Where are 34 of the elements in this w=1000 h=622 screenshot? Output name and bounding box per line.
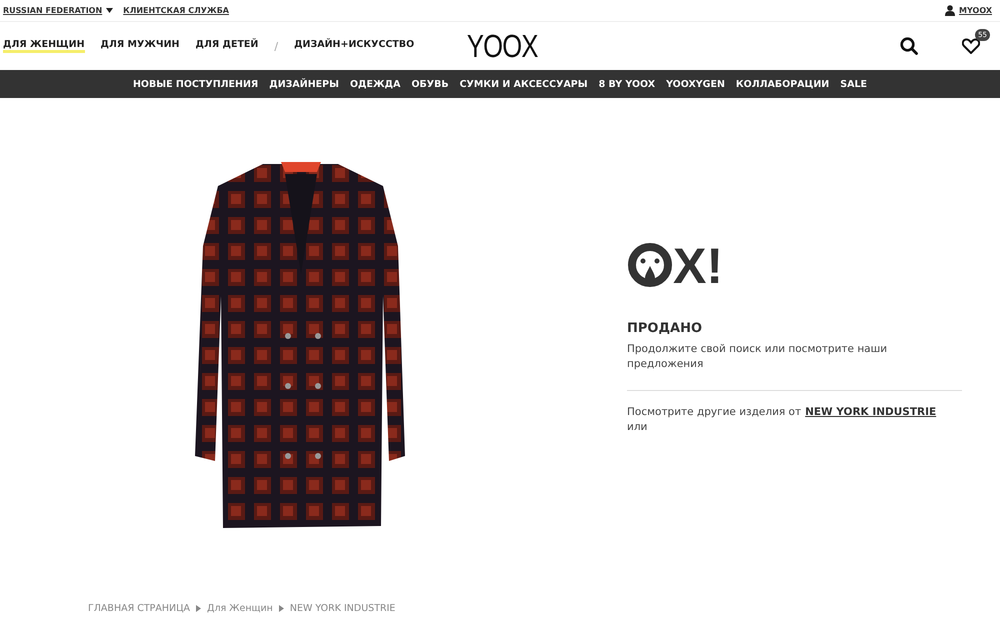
user-icon: [945, 5, 956, 16]
sad-face-icon: [627, 242, 673, 290]
menu-link[interactable]: КОЛЛАБОРАЦИИ: [736, 78, 830, 90]
more-items-text: Посмотрите другие изделия от: [627, 406, 802, 418]
section-link[interactable]: ДИЗАЙН+ИСКУССТВО: [294, 39, 414, 53]
menu-link[interactable]: ОБУВЬ: [411, 78, 449, 90]
country-selector[interactable]: RUSSIAN FEDERATION: [3, 6, 114, 15]
menu-link[interactable]: YOOXYGEN: [666, 78, 725, 90]
menu-link[interactable]: ОДЕЖДА: [350, 78, 400, 90]
customer-service-link[interactable]: КЛИЕНТСКАЯ СЛУЖБА: [123, 6, 229, 15]
menu-link[interactable]: 8 BY YOOX: [598, 78, 656, 90]
section-link[interactable]: ДЛЯ ДЕТЕЙ: [196, 39, 258, 53]
breadcrumb-link[interactable]: NEW YORK INDUSTRIE: [290, 602, 396, 614]
menu-link[interactable]: НОВЫЕ ПОСТУПЛЕНИЯ: [132, 78, 258, 90]
sold-out-message: Продолжите свой поиск или посмотрите наши предложения: [627, 342, 888, 372]
chevron-icon: [278, 604, 284, 612]
menu-link[interactable]: СУМКИ И АКСЕССУАРЫ: [460, 78, 588, 90]
account-link[interactable]: MYOOX: [945, 5, 992, 16]
menu-link[interactable]: SALE: [840, 78, 867, 90]
exclamation-heading: X!: [673, 241, 723, 291]
heart-icon[interactable]: [962, 38, 980, 54]
menu-link[interactable]: ДИЗАЙНЕРЫ: [269, 78, 339, 90]
separator: /: [274, 40, 278, 52]
or-text: или: [627, 421, 648, 433]
brand-link[interactable]: NEW YORK INDUSTRIE: [805, 406, 936, 418]
section-link[interactable]: ДЛЯ ЖЕНЩИН: [3, 39, 85, 53]
breadcrumb-link[interactable]: ГЛАВНАЯ СТРАНИЦА: [88, 602, 190, 614]
caret-icon: [106, 8, 114, 13]
chevron-icon: [196, 604, 202, 612]
section-link[interactable]: ДЛЯ МУЖЧИН: [100, 39, 180, 53]
logo[interactable]: YOOX: [466, 28, 538, 64]
sold-out-title: ПРОДАНО: [627, 321, 704, 336]
search-icon[interactable]: [900, 37, 918, 55]
breadcrumb-link[interactable]: Для Женщин: [207, 602, 273, 614]
